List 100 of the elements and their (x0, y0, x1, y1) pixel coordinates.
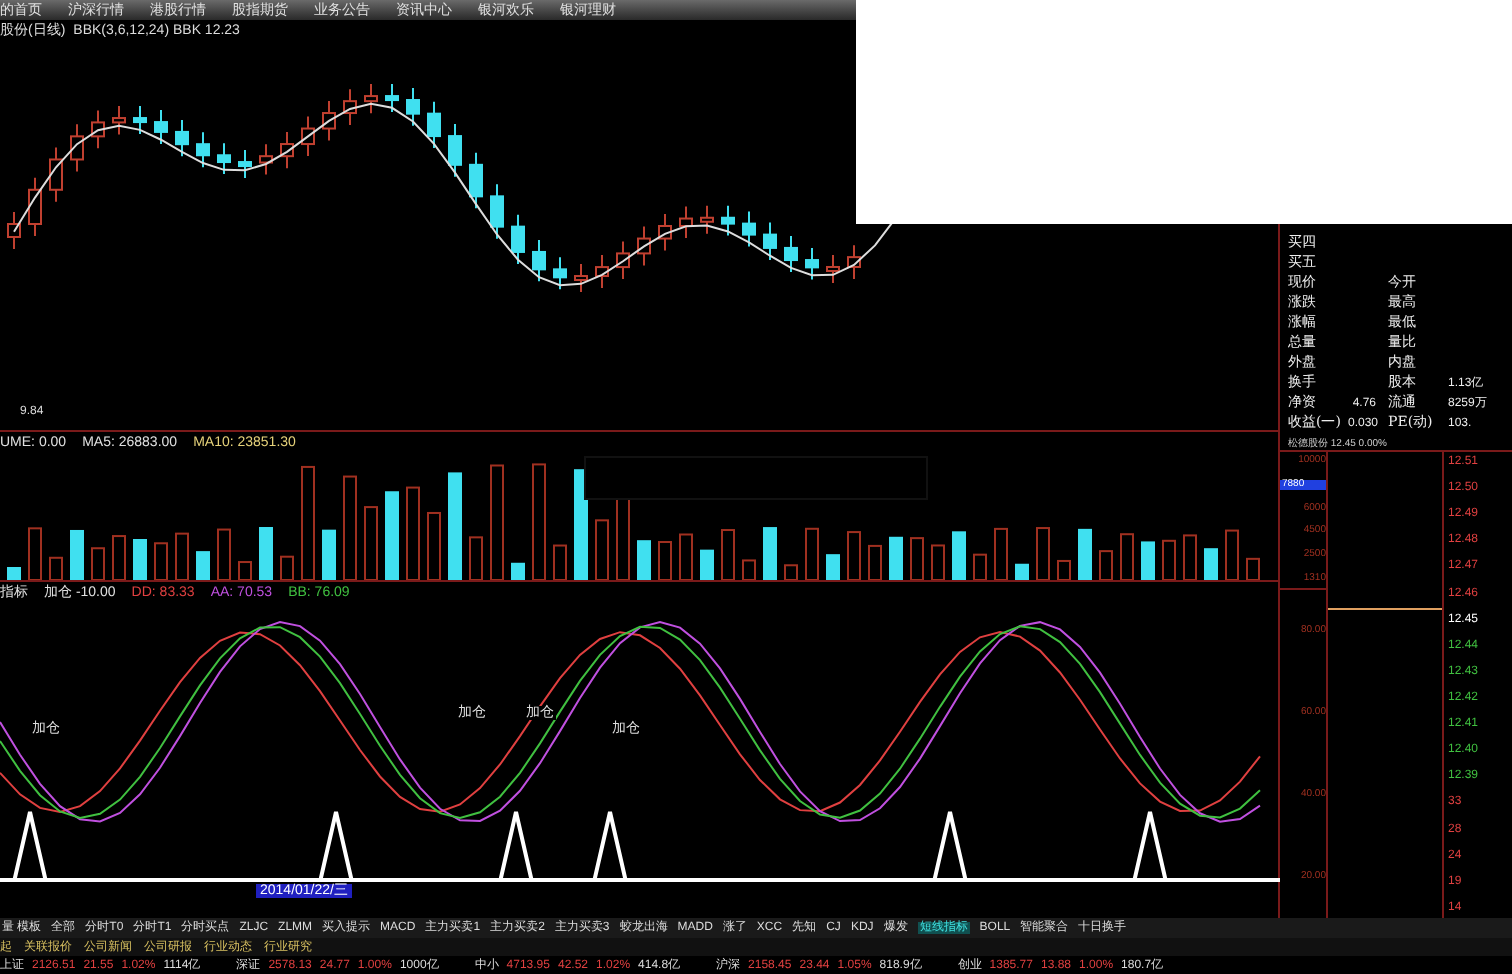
volume-bar (658, 541, 672, 580)
volume-bar (1057, 559, 1071, 580)
candle (385, 83, 399, 114)
volume-bar (343, 475, 357, 580)
volume-bar (1162, 539, 1176, 580)
volume-bar (1015, 563, 1029, 580)
candle (658, 213, 672, 252)
candle (469, 151, 483, 210)
candle (133, 105, 147, 136)
volume-bar (112, 535, 126, 580)
candle (175, 118, 189, 158)
volume-bar (1183, 534, 1197, 580)
candle (511, 213, 525, 265)
volume-bar (1246, 557, 1260, 580)
volume-bar (1099, 550, 1113, 580)
volume-bar (931, 544, 945, 580)
candle (553, 256, 567, 291)
candle (259, 143, 273, 176)
volume-bar (742, 559, 756, 580)
candle (784, 234, 798, 274)
volume-bar (301, 465, 315, 580)
candle (763, 221, 777, 261)
volume-bar (7, 567, 21, 580)
volume-bar (595, 519, 609, 580)
candle (595, 254, 609, 290)
volume-bar (910, 537, 924, 580)
volume-bar (427, 512, 441, 580)
candle (700, 204, 714, 235)
volume-bar (637, 540, 651, 580)
volume-bar (469, 536, 483, 580)
volume-bar (322, 529, 336, 580)
volume-bar (784, 564, 798, 580)
volume-bar (448, 472, 462, 580)
volume-bar (49, 556, 63, 580)
volume-bar (511, 562, 525, 580)
candle (427, 100, 441, 150)
candle (322, 100, 336, 142)
volume-bar (133, 539, 147, 580)
candle (574, 263, 588, 294)
candle (70, 123, 84, 173)
volume-bar (805, 527, 819, 580)
volume-bar (70, 529, 84, 580)
volume-bar (280, 555, 294, 580)
volume-bar (385, 491, 399, 580)
candle (826, 254, 840, 284)
volume-bar (532, 463, 546, 580)
candle (280, 131, 294, 170)
volume-bar (1036, 527, 1050, 580)
candle (28, 176, 42, 237)
volume-bar (721, 529, 735, 580)
volume-bar (553, 544, 567, 580)
candle (616, 240, 630, 281)
volume-bar (1078, 528, 1092, 580)
volume-bar (238, 561, 252, 580)
volume-bar (700, 549, 714, 580)
volume-bar (154, 542, 168, 580)
volume-bar (196, 551, 210, 580)
volume-bar (763, 527, 777, 580)
candle (679, 205, 693, 239)
volume-bar (952, 531, 966, 580)
volume-bar (1120, 533, 1134, 580)
volume-bar (175, 532, 189, 580)
candle (238, 149, 252, 180)
volume-bar (91, 547, 105, 580)
price-line (1328, 608, 1442, 610)
volume-bar (406, 486, 420, 580)
volume-bar (28, 527, 42, 580)
volume-bar (889, 536, 903, 580)
candle (343, 88, 357, 127)
volume-bar (574, 469, 588, 580)
candle (742, 210, 756, 248)
candle (364, 83, 378, 115)
candle (301, 115, 315, 158)
volume-bar (973, 553, 987, 580)
candle (532, 238, 546, 283)
candle (448, 123, 462, 178)
volume-bar (868, 544, 882, 580)
candle (91, 109, 105, 150)
volume-bar (364, 506, 378, 580)
candle (847, 244, 861, 280)
volume-bar (1141, 541, 1155, 580)
volume-bar (847, 531, 861, 580)
candle (637, 225, 651, 267)
candle (7, 211, 21, 250)
candle (406, 87, 420, 127)
candle (196, 131, 210, 169)
volume-bar (259, 527, 273, 580)
volume-bar (1225, 529, 1239, 580)
volume-bar (679, 533, 693, 580)
candle (721, 204, 735, 237)
volume-bar (994, 527, 1008, 580)
candle (217, 142, 231, 176)
volume-bar (1204, 548, 1218, 580)
candle (154, 109, 168, 145)
volume-bar (490, 464, 504, 580)
candle (49, 146, 63, 203)
volume-bar (826, 554, 840, 580)
candle (490, 183, 504, 240)
candle (112, 105, 126, 136)
volume-bar (217, 528, 231, 580)
